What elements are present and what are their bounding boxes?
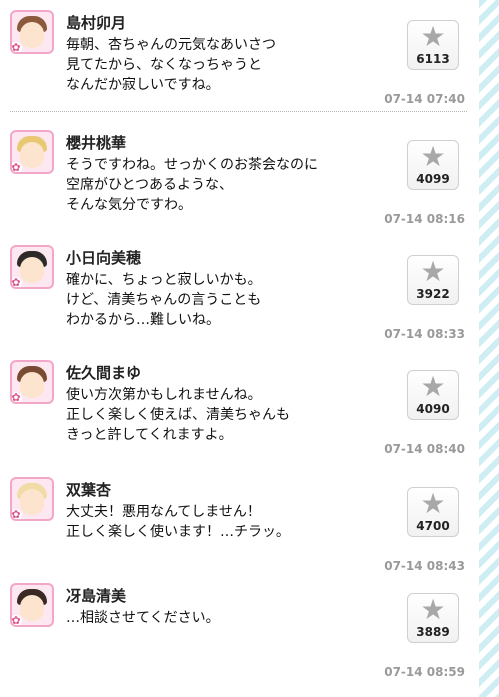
star-icon: ★ (420, 487, 446, 520)
poster-name[interactable]: 小日向美穂 (66, 247, 141, 268)
message-line: なんだか寂しいですね。 (66, 77, 220, 93)
like-button[interactable]: ★ 3889 (407, 593, 459, 643)
post-item: ✿ 櫻井桃華 そうですわね。せっかくのお茶会なのに 空席がひとつあるような、 そ… (0, 120, 479, 232)
poster-name[interactable]: 櫻井桃華 (66, 132, 126, 153)
avatar[interactable]: ✿ (10, 360, 54, 404)
star-icon: ★ (420, 370, 446, 403)
decorative-stripe (479, 0, 499, 697)
timestamp: 07-14 08:33 (384, 327, 465, 341)
like-button[interactable]: ★ 4090 (407, 370, 459, 420)
message-line: 見てたから、なくなっちゃうと (66, 57, 262, 73)
flower-icon: ✿ (11, 161, 22, 174)
divider (10, 111, 467, 112)
like-button[interactable]: ★ 6113 (407, 20, 459, 70)
message-line: けど、清美ちゃんの言うことも (66, 292, 262, 308)
post-item: ✿ 双葉杏 大丈夫！悪用なんてしません！ 正しく楽しく使います！…チラッ。 ★ … (0, 467, 479, 579)
timestamp: 07-14 08:43 (384, 559, 465, 573)
avatar-face (20, 489, 44, 515)
message-line: 毎朝、杏ちゃんの元気なあいさつ (66, 37, 276, 53)
post-message: 確かに、ちょっと寂しいかも。 けど、清美ちゃんの言うことも わかるから…難しいね… (66, 270, 386, 330)
star-icon: ★ (420, 140, 446, 173)
avatar[interactable]: ✿ (10, 245, 54, 289)
like-count: 3889 (416, 625, 450, 639)
like-count: 4099 (416, 172, 450, 186)
message-line: 大丈夫！悪用なんてしません！ (66, 504, 261, 520)
avatar-face (20, 595, 44, 621)
timestamp: 07-14 08:16 (384, 212, 465, 226)
message-line: 正しく楽しく使います！…チラッ。 (66, 524, 290, 540)
message-line: わかるから…難しいね。 (66, 312, 220, 328)
flower-icon: ✿ (11, 41, 22, 54)
poster-name[interactable]: 双葉杏 (66, 479, 111, 500)
timeline-feed: ✿ 島村卯月 毎朝、杏ちゃんの元気なあいさつ 見てたから、なくなっちゃうと なん… (0, 0, 479, 697)
like-count: 4700 (416, 519, 450, 533)
post-message: …相談させてください。 (66, 608, 386, 628)
message-line: そんな気分ですわ。 (66, 197, 192, 213)
star-icon: ★ (420, 255, 446, 288)
post-item: ✿ 島村卯月 毎朝、杏ちゃんの元気なあいさつ 見てたから、なくなっちゃうと なん… (0, 0, 479, 112)
post-item: ✿ 小日向美穂 確かに、ちょっと寂しいかも。 けど、清美ちゃんの言うことも わか… (0, 235, 479, 347)
avatar[interactable]: ✿ (10, 10, 54, 54)
like-count: 3922 (416, 287, 450, 301)
avatar-face (20, 372, 44, 398)
poster-name[interactable]: 冴島清美 (66, 585, 126, 606)
avatar[interactable]: ✿ (10, 477, 54, 521)
timestamp: 07-14 08:40 (384, 442, 465, 456)
like-button[interactable]: ★ 4099 (407, 140, 459, 190)
like-count: 6113 (416, 52, 450, 66)
avatar[interactable]: ✿ (10, 583, 54, 627)
post-message: 毎朝、杏ちゃんの元気なあいさつ 見てたから、なくなっちゃうと なんだか寂しいです… (66, 35, 386, 95)
avatar-face (20, 142, 44, 168)
poster-name[interactable]: 佐久間まゆ (66, 362, 141, 383)
star-icon: ★ (420, 593, 446, 626)
post-message: そうですわね。せっかくのお茶会なのに 空席がひとつあるような、 そんな気分ですわ… (66, 155, 386, 215)
star-icon: ★ (420, 20, 446, 53)
timestamp: 07-14 07:40 (384, 92, 465, 106)
poster-name[interactable]: 島村卯月 (66, 12, 126, 33)
timestamp: 07-14 08:59 (384, 665, 465, 679)
flower-icon: ✿ (11, 508, 22, 521)
post-message: 使い方次第かもしれませんね。 正しく楽しく使えば、清美ちゃんも きっと許してくれ… (66, 385, 386, 445)
flower-icon: ✿ (11, 391, 22, 404)
message-line: 確かに、ちょっと寂しいかも。 (66, 272, 262, 288)
post-item: ✿ 冴島清美 …相談させてください。 ★ 3889 07-14 08:59 (0, 573, 479, 685)
like-button[interactable]: ★ 3922 (407, 255, 459, 305)
message-line: 空席がひとつあるような、 (66, 177, 234, 193)
message-line: …相談させてください。 (66, 610, 220, 626)
like-button[interactable]: ★ 4700 (407, 487, 459, 537)
flower-icon: ✿ (11, 614, 22, 627)
flower-icon: ✿ (11, 276, 22, 289)
message-line: 使い方次第かもしれませんね。 (66, 387, 262, 403)
post-message: 大丈夫！悪用なんてしません！ 正しく楽しく使います！…チラッ。 (66, 502, 386, 542)
message-line: きっと許してくれますよ。 (66, 427, 233, 443)
like-count: 4090 (416, 402, 450, 416)
avatar[interactable]: ✿ (10, 130, 54, 174)
message-line: 正しく楽しく使えば、清美ちゃんも (66, 407, 290, 423)
message-line: そうですわね。せっかくのお茶会なのに (66, 157, 318, 173)
post-item: ✿ 佐久間まゆ 使い方次第かもしれませんね。 正しく楽しく使えば、清美ちゃんも … (0, 350, 479, 462)
avatar-face (20, 22, 44, 48)
avatar-face (20, 257, 44, 283)
